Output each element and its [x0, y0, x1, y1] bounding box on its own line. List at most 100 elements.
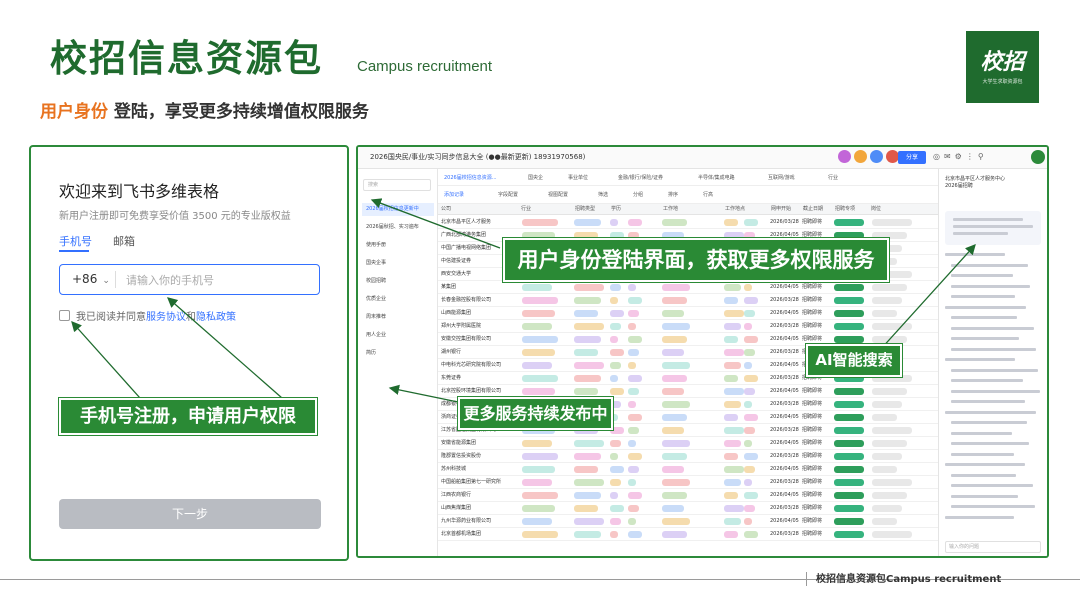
- tag-chip: [724, 323, 741, 330]
- group-button[interactable]: 分组: [633, 191, 643, 198]
- column-header[interactable]: 招聘专项: [832, 204, 868, 215]
- deadline-cell: 招聘即将: [802, 310, 823, 316]
- column-header[interactable]: 岗位: [868, 204, 938, 215]
- sidebar-item[interactable]: 使用手册: [362, 239, 434, 252]
- view-tab[interactable]: 2026届校招信息资源...: [444, 174, 497, 181]
- field-config-button[interactable]: 字段配置: [498, 191, 518, 198]
- tag-chip: [662, 440, 690, 447]
- user-avatar[interactable]: [1031, 150, 1045, 164]
- tag-chip: [574, 284, 604, 291]
- column-header[interactable]: 工作地点: [722, 204, 768, 215]
- tag-chip: [522, 440, 552, 447]
- footer-tick: [806, 572, 807, 586]
- column-header[interactable]: 网申开始: [768, 204, 800, 215]
- sidebar-item[interactable]: 国央企事: [362, 257, 434, 270]
- tagline-rest: 登陆，享受更多持续增值权限服务: [108, 102, 369, 122]
- tag-chip: [744, 466, 755, 473]
- tag-chip: [662, 336, 687, 343]
- position-cell: [872, 323, 912, 330]
- login-title: 欢迎来到飞书多维表格: [59, 182, 220, 201]
- sort-button[interactable]: 排序: [668, 191, 678, 198]
- column-header[interactable]: 截止日期: [800, 204, 832, 215]
- deadline-cell: 招聘即将: [802, 453, 823, 459]
- table-row[interactable]: 山西焦煤集团 2026/03/28 招聘即将: [438, 502, 938, 515]
- privacy-policy-link[interactable]: 隐私政策: [196, 308, 236, 323]
- table-row[interactable]: 江西农商银行 2026/04/05 招聘即将: [438, 489, 938, 502]
- tag-chip: [724, 388, 744, 395]
- table-row[interactable]: 北京首都机场集团 2026/03/28 招聘即将: [438, 528, 938, 541]
- country-code-select[interactable]: +86 ⌄: [60, 271, 116, 288]
- row-height-button[interactable]: 行高: [703, 191, 713, 198]
- ai-text-line: [945, 305, 1026, 309]
- service-agreement-link[interactable]: 服务协议: [146, 308, 186, 323]
- sidebar-item[interactable]: 优质企业: [362, 293, 434, 306]
- share-button[interactable]: 分享: [898, 151, 926, 164]
- tag-chip: [610, 362, 621, 369]
- view-tab[interactable]: 半导体/集成电路: [698, 174, 735, 181]
- table-row[interactable]: 山西能源集团 2026/04/05 招聘即将: [438, 307, 938, 320]
- tab-phone[interactable]: 手机号: [59, 233, 92, 249]
- column-header[interactable]: 招聘类型: [572, 204, 608, 215]
- table-row[interactable]: 长春金融控股有限公司 2026/03/28 招聘即将: [438, 294, 938, 307]
- status-badge: [834, 479, 864, 486]
- tag-chip: [628, 518, 636, 525]
- view-config-button[interactable]: 视图配置: [548, 191, 568, 198]
- phone-input[interactable]: 请输入你的手机号: [116, 272, 214, 288]
- sidebar-item[interactable]: 2026届秋招、实习遍布: [362, 221, 434, 234]
- table-row[interactable]: 中国船舶集团第七一研究所 2026/03/28 招聘即将: [438, 476, 938, 489]
- sidebar-item[interactable]: 周末推荐: [362, 311, 434, 324]
- ai-text-line: [951, 389, 1040, 393]
- sidebar-item[interactable]: 校园招聘: [362, 275, 434, 288]
- tag-chip: [522, 518, 552, 525]
- sheet-sidebar: 搜索 2026届校招信息更新中 2026届秋招、实习遍布 使用手册 国央企事 校…: [358, 169, 438, 556]
- position-cell: [872, 401, 902, 408]
- column-header[interactable]: 行业: [518, 204, 572, 215]
- sidebar-item[interactable]: 2026届校招信息更新中: [362, 203, 434, 216]
- ai-question-input[interactable]: 输入你的问题: [945, 541, 1041, 553]
- company-cell: 中电科光芯研究院有限公司: [441, 362, 502, 368]
- column-header[interactable]: 公司: [438, 204, 518, 215]
- view-tabs: 2026届校招信息资源... 国央企 事业单位 金融/银行/保险/证券 半导体/…: [438, 169, 938, 186]
- table-row[interactable]: 隆郡置信投资股份 2026/03/28 招聘即将: [438, 450, 938, 463]
- agree-checkbox[interactable]: [59, 310, 70, 321]
- table-row[interactable]: 某集团 2026/04/05 招聘即将: [438, 281, 938, 294]
- table-row[interactable]: 郑州大学附属医院 2026/03/28 招聘即将: [438, 320, 938, 333]
- toolbar-icons[interactable]: ◎✉⚙⋮⚲: [933, 152, 988, 161]
- tag-chip: [724, 518, 741, 525]
- add-record-button[interactable]: 添加记录: [444, 191, 464, 198]
- sidebar-item[interactable]: 用人企业: [362, 329, 434, 342]
- company-cell: 江西农商银行: [441, 492, 472, 498]
- table-row[interactable]: 安徽省能源集团 2026/04/05 招聘即将: [438, 437, 938, 450]
- tag-chip: [724, 375, 738, 382]
- company-cell: 山西焦煤集团: [441, 505, 472, 511]
- tag-chip: [628, 531, 642, 538]
- tag-chip: [610, 219, 618, 226]
- sidebar-item[interactable]: 简历: [362, 347, 434, 360]
- sidebar-search-input[interactable]: 搜索: [363, 179, 431, 191]
- start-date-cell: 2026/04/05: [770, 284, 799, 290]
- filter-button[interactable]: 筛选: [598, 191, 608, 198]
- tab-email[interactable]: 邮箱: [113, 233, 135, 249]
- login-card: 欢迎来到飞书多维表格 新用户注册即可免费享受价值 3500 元的专业版权益 手机…: [29, 145, 349, 561]
- tag-chip: [574, 310, 598, 317]
- company-cell: 北京首都机场集团: [441, 531, 482, 537]
- table-row[interactable]: 北京市昌平区人才服务 2026/03/28 招聘即将: [438, 216, 938, 229]
- table-row[interactable]: 九州华源药业有限公司 2026/04/05 招聘即将: [438, 515, 938, 528]
- tag-chip: [744, 518, 752, 525]
- tagline-highlight: 用户身份: [40, 102, 108, 122]
- tag-chip: [522, 349, 555, 356]
- view-tab[interactable]: 金融/银行/保险/证券: [618, 174, 663, 181]
- status-badge: [834, 388, 864, 395]
- column-header[interactable]: 学历: [608, 204, 660, 215]
- next-button[interactable]: 下一步: [59, 499, 321, 529]
- status-badge: [834, 323, 864, 330]
- agreement-row: 我已阅读并同意 服务协议 和 隐私政策: [59, 308, 236, 323]
- view-tab[interactable]: 互联网/游戏: [768, 174, 795, 181]
- deadline-cell: 招聘即将: [802, 505, 823, 511]
- view-tab[interactable]: 事业单位: [568, 174, 588, 181]
- sheet-topbar: 2026国央民/事业/实习同步信息大全 (●●最新更新) 18931970568…: [358, 147, 1047, 169]
- view-tab[interactable]: 国央企: [528, 174, 543, 181]
- view-tab[interactable]: 行业: [828, 174, 838, 181]
- column-header[interactable]: 工作地: [660, 204, 722, 215]
- table-row[interactable]: 苏州科技城 2026/04/05 招聘即将: [438, 463, 938, 476]
